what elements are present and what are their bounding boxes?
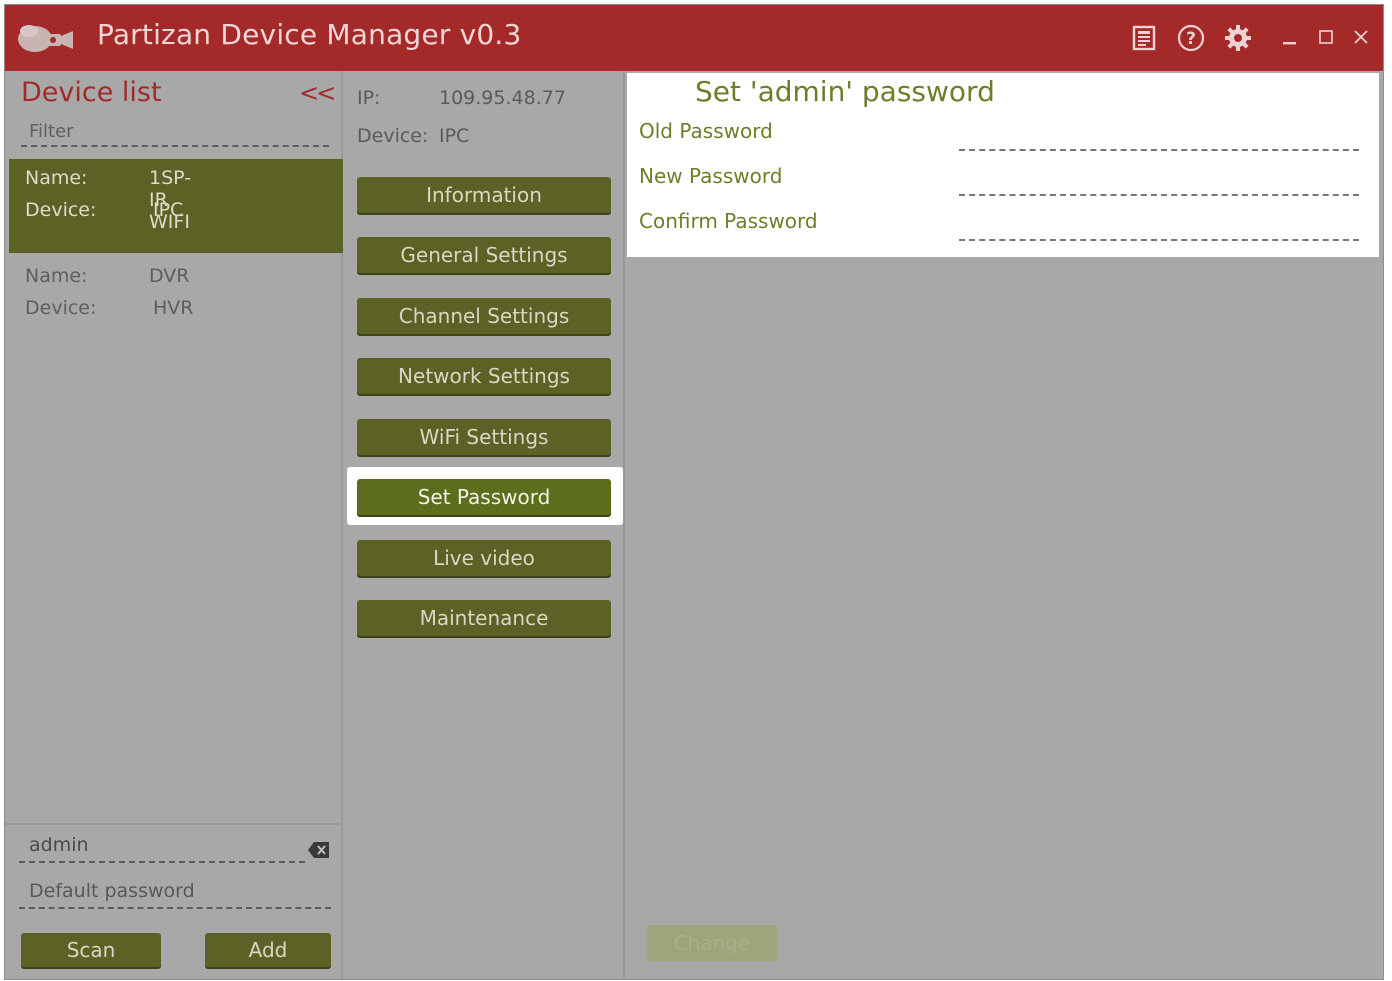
old-password-label: Old Password bbox=[639, 119, 773, 143]
scan-button[interactable]: Scan bbox=[21, 933, 161, 967]
title-bar: Partizan Device Manager v0.3 ? bbox=[5, 5, 1383, 71]
menu-live-video[interactable]: Live video bbox=[357, 540, 611, 576]
device-name-key: Name: bbox=[25, 167, 88, 189]
password-form: Set 'admin' password Old Password New Pa… bbox=[627, 73, 1379, 257]
settings-gear-icon[interactable] bbox=[1223, 23, 1253, 53]
menu-information[interactable]: Information bbox=[357, 177, 611, 213]
device-type-value: IPC bbox=[153, 199, 184, 221]
device-list-panel: Device list << Name: 1SP-IR WIFI Device:… bbox=[5, 71, 343, 979]
ip-value: 109.95.48.77 bbox=[439, 87, 566, 109]
confirm-password-input[interactable] bbox=[959, 207, 1359, 241]
confirm-password-label: Confirm Password bbox=[639, 209, 818, 233]
minimize-icon[interactable] bbox=[1275, 23, 1305, 53]
ip-key: IP: bbox=[357, 87, 381, 109]
device-value: IPC bbox=[439, 125, 470, 147]
device-list-title: Device list bbox=[21, 77, 162, 108]
device-type-key: Device: bbox=[25, 297, 97, 319]
collapse-chevron-icon[interactable]: << bbox=[299, 79, 336, 107]
menu-wifi-settings[interactable]: WiFi Settings bbox=[357, 419, 611, 455]
set-password-panel: Set 'admin' password Old Password New Pa… bbox=[625, 71, 1383, 979]
new-password-input[interactable] bbox=[959, 162, 1359, 196]
menu-network-settings[interactable]: Network Settings bbox=[357, 358, 611, 394]
filter-input[interactable] bbox=[21, 117, 329, 147]
clear-input-icon[interactable] bbox=[307, 841, 331, 859]
help-icon[interactable]: ? bbox=[1176, 23, 1206, 53]
menu-general-settings[interactable]: General Settings bbox=[357, 237, 611, 273]
logo-icon bbox=[18, 25, 73, 52]
change-button[interactable]: Change bbox=[647, 925, 777, 961]
menu-channel-settings[interactable]: Channel Settings bbox=[357, 298, 611, 334]
panel-title: Set 'admin' password bbox=[695, 75, 995, 108]
menu-maintenance[interactable]: Maintenance bbox=[357, 600, 611, 636]
settings-menu-panel: IP: 109.95.48.77 Device: IPC Information… bbox=[343, 71, 625, 979]
svg-text:?: ? bbox=[1186, 29, 1196, 49]
menu-set-password[interactable]: Set Password bbox=[357, 479, 611, 515]
add-button[interactable]: Add bbox=[205, 933, 331, 967]
default-password-input[interactable] bbox=[19, 875, 331, 909]
device-name-key: Name: bbox=[25, 265, 88, 287]
device-list-item-1sp-ir-wifi[interactable]: Name: 1SP-IR WIFI Device: IPC bbox=[9, 159, 343, 253]
device-name-value: DVR bbox=[149, 265, 190, 287]
device-list-item-dvr[interactable]: Name: DVR Device: HVR bbox=[9, 257, 343, 351]
old-password-input[interactable] bbox=[959, 117, 1359, 151]
new-password-label: New Password bbox=[639, 164, 783, 188]
app-window: Partizan Device Manager v0.3 ? Device li… bbox=[4, 4, 1384, 980]
maximize-icon[interactable] bbox=[1311, 23, 1341, 53]
login-input[interactable] bbox=[19, 829, 305, 863]
divider bbox=[5, 823, 341, 825]
device-type-key: Device: bbox=[25, 199, 97, 221]
device-key: Device: bbox=[357, 125, 429, 147]
app-title: Partizan Device Manager v0.3 bbox=[97, 18, 522, 51]
device-type-value: HVR bbox=[153, 297, 194, 319]
manual-icon[interactable] bbox=[1129, 23, 1159, 53]
close-icon[interactable] bbox=[1346, 23, 1376, 53]
